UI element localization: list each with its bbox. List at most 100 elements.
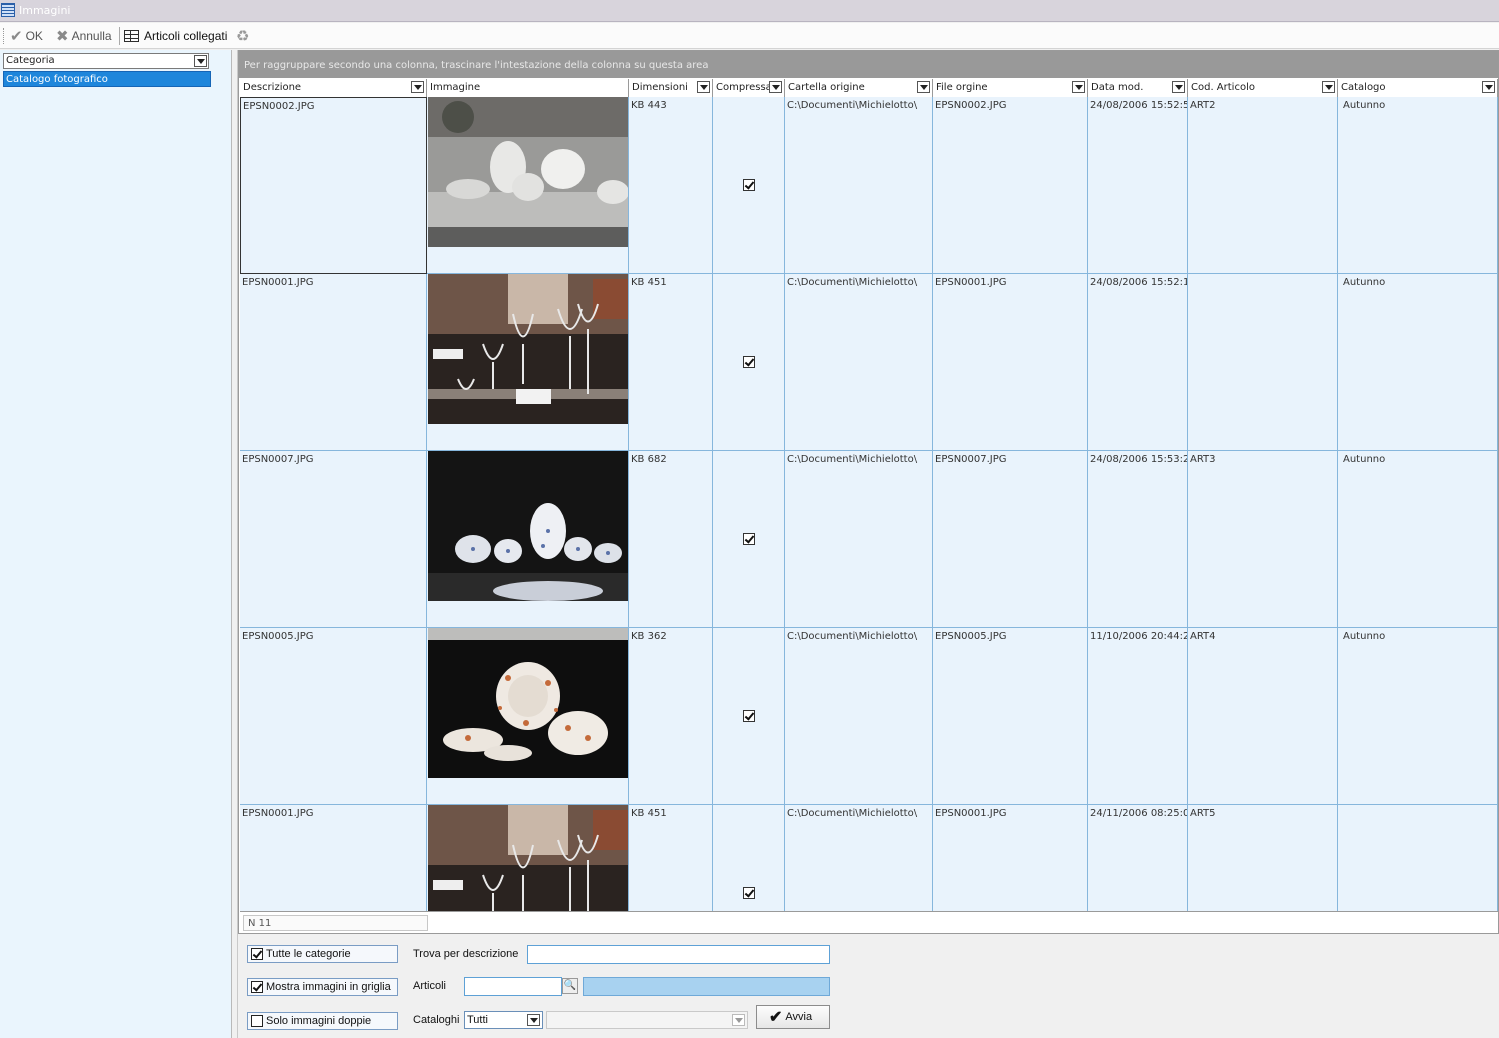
- toolbar-grip[interactable]: [3, 28, 5, 44]
- cell-descrizione[interactable]: EPSN0001.JPG: [240, 805, 427, 911]
- mostra-immagini-checkbox[interactable]: Mostra immagini in griglia: [247, 978, 398, 996]
- articoli-collegati-button[interactable]: Articoli collegati: [124, 26, 227, 46]
- articoli-label: Articoli: [413, 980, 447, 992]
- filter-dropdown-icon[interactable]: [1172, 81, 1185, 93]
- annulla-label: Annulla: [71, 29, 112, 43]
- cell-immagine[interactable]: [427, 805, 629, 911]
- cell-compressa[interactable]: [713, 451, 785, 628]
- cell-codice[interactable]: ART5: [1188, 805, 1338, 911]
- lookup-search-icon[interactable]: 🔍: [562, 978, 578, 994]
- cell-codice[interactable]: ART4: [1188, 628, 1338, 805]
- column-label: Cartella origine: [788, 82, 865, 93]
- checkbox-unchecked-icon: [251, 1015, 263, 1027]
- compressa-checkbox[interactable]: [743, 887, 755, 899]
- column-header-codice[interactable]: Cod. Articolo: [1188, 79, 1338, 97]
- cell-compressa[interactable]: [713, 97, 785, 274]
- cell-immagine[interactable]: [427, 97, 629, 274]
- trova-input[interactable]: [527, 945, 830, 964]
- compressa-checkbox[interactable]: [743, 356, 755, 368]
- cell-file[interactable]: EPSN0005.JPG: [933, 628, 1088, 805]
- table-row[interactable]: EPSN0001.JPG KB 451 C:\Documenti\Michiel…: [240, 805, 1498, 911]
- checkbox-checked-icon: [251, 981, 263, 993]
- cell-catalogo[interactable]: Autunno: [1338, 451, 1498, 628]
- solo-doppie-checkbox[interactable]: Solo immagini doppie: [247, 1012, 398, 1030]
- cell-dimensioni[interactable]: KB 451: [629, 274, 713, 451]
- avvia-button[interactable]: ✔ Avvia: [756, 1005, 830, 1029]
- cell-descrizione[interactable]: EPSN0002.JPG: [240, 97, 427, 274]
- column-header-cartella[interactable]: Cartella origine: [785, 79, 933, 97]
- column-header-data[interactable]: Data mod.: [1088, 79, 1188, 97]
- cell-data[interactable]: 11/10/2006 20:44:23: [1088, 628, 1188, 805]
- column-header-descrizione[interactable]: Descrizione: [240, 79, 427, 97]
- compressa-checkbox[interactable]: [743, 710, 755, 722]
- cell-data[interactable]: 24/08/2006 15:53:25: [1088, 451, 1188, 628]
- cataloghi-select[interactable]: Tutti: [464, 1011, 543, 1029]
- cell-codice[interactable]: ART3: [1188, 451, 1338, 628]
- annulla-button[interactable]: ✖ Annulla: [56, 26, 112, 46]
- filter-dropdown-icon[interactable]: [1482, 81, 1495, 93]
- table-row[interactable]: EPSN0002.JPG KB 443 C:\Documenti\Michiel…: [240, 97, 1498, 274]
- ok-label: OK: [25, 29, 43, 43]
- chevron-down-icon[interactable]: [527, 1014, 540, 1026]
- cell-compressa[interactable]: [713, 805, 785, 911]
- cell-cartella[interactable]: C:\Documenti\Michielotto\: [785, 805, 933, 911]
- cell-file[interactable]: EPSN0007.JPG: [933, 451, 1088, 628]
- cell-data[interactable]: 24/08/2006 15:52:16: [1088, 274, 1188, 451]
- cell-cartella[interactable]: C:\Documenti\Michielotto\: [785, 628, 933, 805]
- cell-compressa[interactable]: [713, 628, 785, 805]
- cell-cartella[interactable]: C:\Documenti\Michielotto\: [785, 97, 933, 274]
- table-row[interactable]: EPSN0007.JPG KB 682 C:\Documenti\Michiel…: [240, 451, 1498, 628]
- cell-dimensioni[interactable]: KB 451: [629, 805, 713, 911]
- cell-data[interactable]: 24/08/2006 15:52:56: [1088, 97, 1188, 274]
- column-header-compressa[interactable]: Compressa: [713, 79, 785, 97]
- cell-descrizione[interactable]: EPSN0005.JPG: [240, 628, 427, 805]
- table-row[interactable]: EPSN0005.JPG KB 362 C:\Documenti\Michiel…: [240, 628, 1498, 805]
- cell-data[interactable]: 24/11/2006 08:25:08: [1088, 805, 1188, 911]
- column-header-dimensioni[interactable]: Dimensioni: [629, 79, 713, 97]
- filter-dropdown-icon[interactable]: [769, 81, 782, 93]
- cell-immagine[interactable]: [427, 451, 629, 628]
- grid-footer: N 11: [240, 911, 1498, 933]
- filter-dropdown-icon[interactable]: [1072, 81, 1085, 93]
- cell-descrizione[interactable]: EPSN0007.JPG: [240, 451, 427, 628]
- chevron-down-icon[interactable]: [194, 55, 207, 67]
- compressa-checkbox[interactable]: [743, 179, 755, 191]
- column-header-file[interactable]: File orgine: [933, 79, 1088, 97]
- cell-dimensioni[interactable]: KB 362: [629, 628, 713, 805]
- cell-dimensioni[interactable]: KB 443: [629, 97, 713, 274]
- cell-codice[interactable]: ART2: [1188, 97, 1338, 274]
- cell-file[interactable]: EPSN0002.JPG: [933, 97, 1088, 274]
- filter-dropdown-icon[interactable]: [1322, 81, 1335, 93]
- cell-descrizione[interactable]: EPSN0001.JPG: [240, 274, 427, 451]
- articoli-input[interactable]: [464, 977, 562, 996]
- cell-immagine[interactable]: [427, 274, 629, 451]
- category-item-selected[interactable]: Catalogo fotografico: [3, 71, 211, 87]
- compressa-checkbox[interactable]: [743, 533, 755, 545]
- column-label: Catalogo: [1341, 82, 1386, 93]
- tutte-categorie-checkbox[interactable]: Tutte le categorie: [247, 945, 398, 963]
- cell-compressa[interactable]: [713, 274, 785, 451]
- photo-crystal-glasses: [428, 805, 628, 911]
- cell-file[interactable]: EPSN0001.JPG: [933, 805, 1088, 911]
- column-header-catalogo[interactable]: Catalogo: [1338, 79, 1498, 97]
- ok-button[interactable]: ✔ OK: [10, 26, 43, 46]
- filter-dropdown-icon[interactable]: [917, 81, 930, 93]
- cell-codice[interactable]: [1188, 274, 1338, 451]
- cell-catalogo[interactable]: Autunno: [1338, 628, 1498, 805]
- cell-cartella[interactable]: C:\Documenti\Michielotto\: [785, 451, 933, 628]
- filter-dropdown-icon[interactable]: [697, 81, 710, 93]
- cell-dimensioni[interactable]: KB 682: [629, 451, 713, 628]
- cell-immagine[interactable]: [427, 628, 629, 805]
- column-header-immagine[interactable]: Immagine: [427, 79, 629, 97]
- filter-dropdown-icon[interactable]: [411, 81, 424, 93]
- cell-catalogo[interactable]: Autunno: [1338, 274, 1498, 451]
- cell-catalogo[interactable]: Autunno: [1338, 97, 1498, 274]
- table-row[interactable]: EPSN0001.JPG KB 451 C:\Documenti\Michiel…: [240, 274, 1498, 451]
- cell-catalogo[interactable]: [1338, 805, 1498, 911]
- refresh-icon[interactable]: ♻: [236, 26, 249, 46]
- group-by-area[interactable]: Per raggruppare secondo una colonna, tra…: [239, 51, 1498, 78]
- cell-cartella[interactable]: C:\Documenti\Michielotto\: [785, 274, 933, 451]
- cell-file[interactable]: EPSN0001.JPG: [933, 274, 1088, 451]
- check-icon: ✔: [10, 28, 23, 45]
- category-combo[interactable]: Categoria: [3, 53, 209, 69]
